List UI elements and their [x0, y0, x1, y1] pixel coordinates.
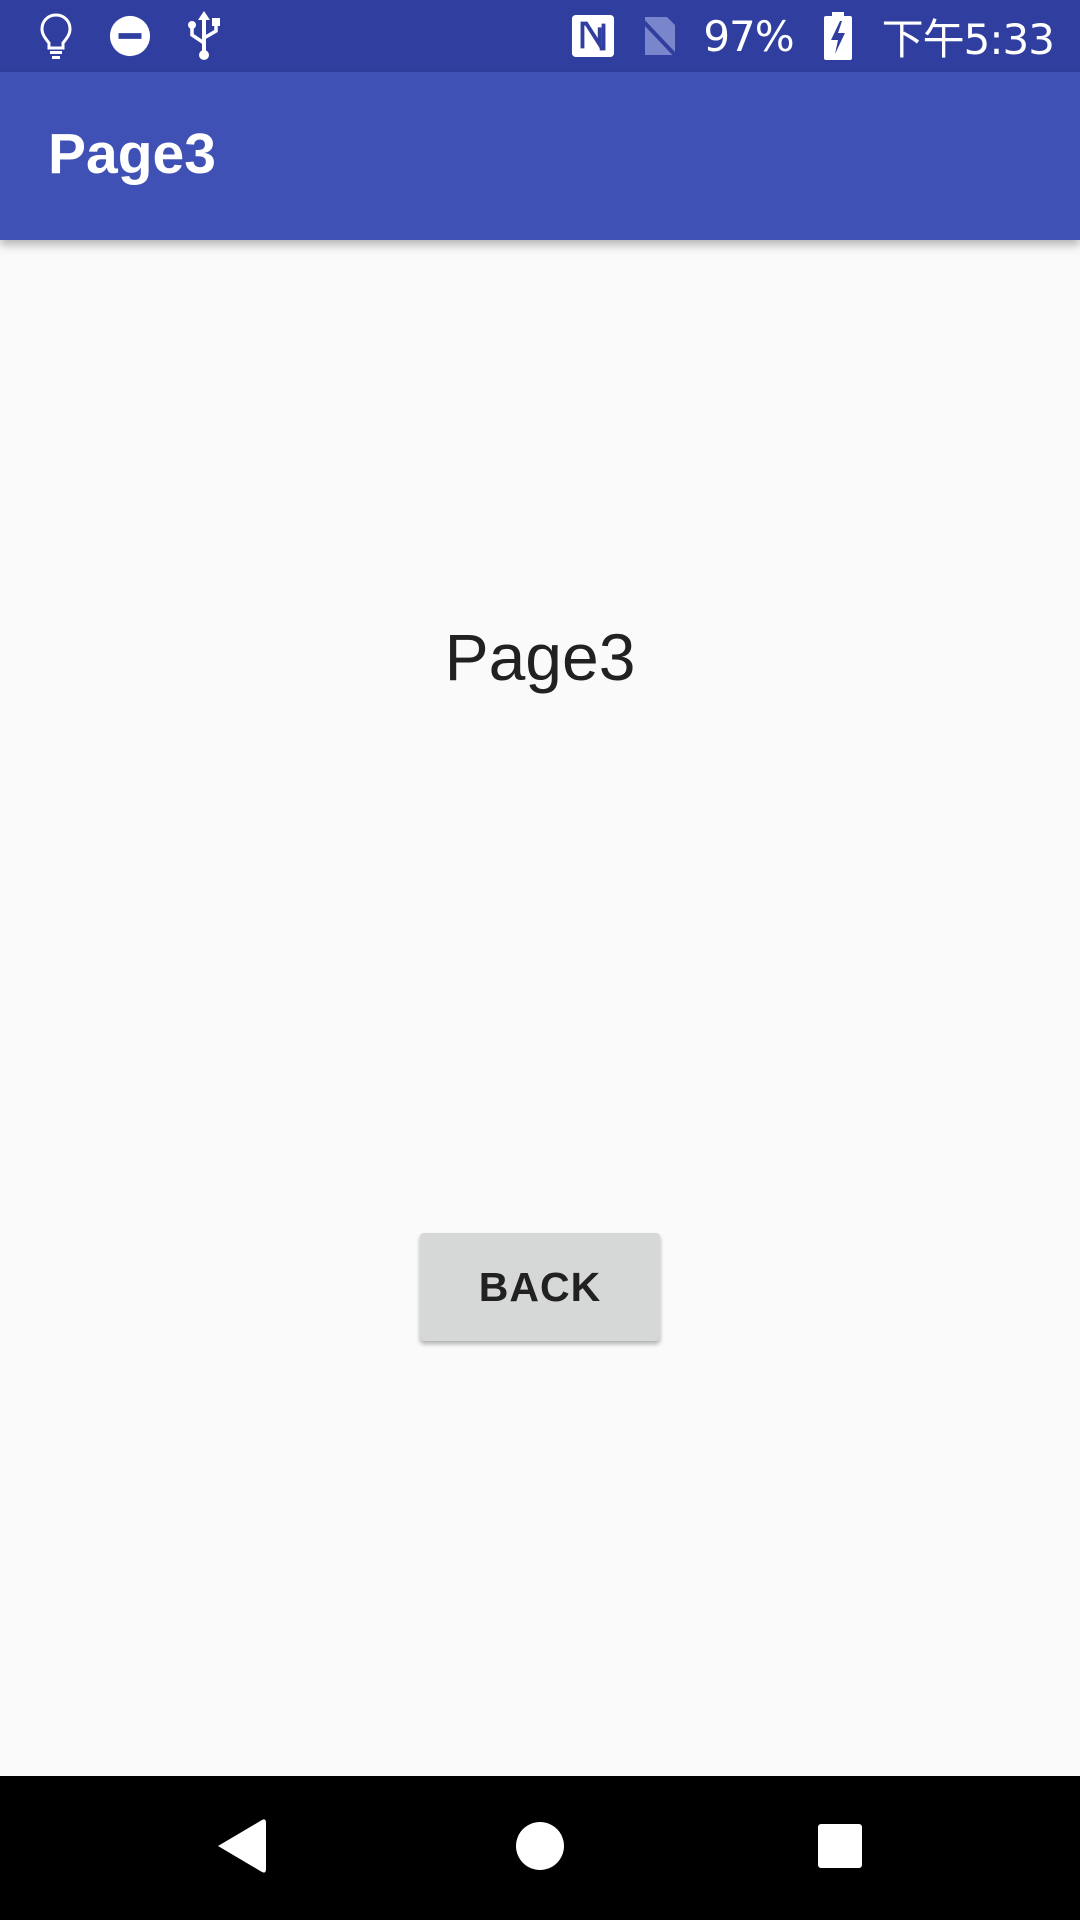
back-button[interactable]: BACK: [420, 1233, 660, 1341]
no-sim-icon: [637, 12, 681, 60]
page-title: Page3: [444, 620, 636, 694]
home-icon: [515, 1821, 565, 1876]
back-icon: [212, 1816, 268, 1881]
usb-icon: [182, 11, 226, 60]
screen: 97% 下午5:33 Page3 Page3 BACK: [0, 0, 1080, 1920]
navigation-bar: [0, 1776, 1080, 1920]
nav-recents-button[interactable]: [790, 1798, 890, 1898]
app-bar-title: Page3: [48, 122, 216, 186]
status-right-icons: 97% 下午5:33: [571, 10, 1055, 64]
app-bar: Page3: [0, 72, 1080, 240]
clock: 下午5:33: [881, 14, 1055, 64]
battery-charging-icon: [816, 12, 860, 60]
recents-icon: [817, 1823, 863, 1874]
battery-percentage: 97%: [703, 11, 794, 61]
nav-home-button[interactable]: [490, 1798, 590, 1898]
do-not-disturb-icon: [108, 12, 152, 60]
nav-back-button[interactable]: [190, 1798, 290, 1898]
lightbulb-icon: [34, 12, 78, 60]
nfc-icon: [571, 12, 615, 60]
status-left-icons: [34, 10, 226, 62]
status-bar: 97% 下午5:33: [0, 0, 1080, 72]
